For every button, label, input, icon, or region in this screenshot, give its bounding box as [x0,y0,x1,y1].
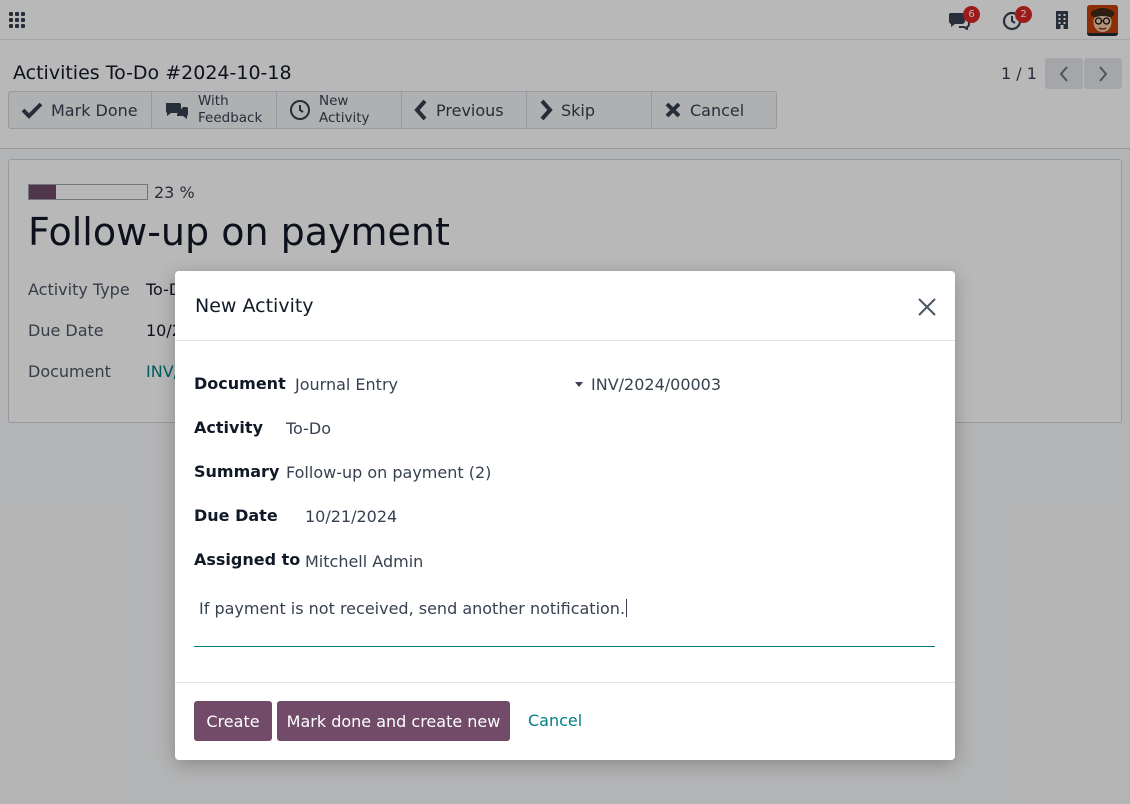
dialog-header-divider [175,340,955,341]
activity-field-label: Activity [194,418,263,437]
assigned-to-field-label: Assigned to [194,550,301,569]
due-date-field-label: Due Date [194,506,278,525]
document-record-field[interactable]: INV/2024/00003 [591,375,721,394]
dialog-footer-divider [175,682,955,683]
create-button[interactable]: Create [194,701,272,741]
dropdown-caret-icon[interactable] [575,382,583,387]
summary-input[interactable]: Follow-up on payment (2) [286,463,491,482]
document-model-select[interactable]: Journal Entry [295,375,398,394]
dialog-close-button[interactable] [915,295,939,319]
text-cursor [626,599,628,617]
activity-type-field[interactable]: To-Do [286,419,331,438]
due-date-input[interactable]: 10/21/2024 [305,507,397,526]
dialog-cancel-button[interactable]: Cancel [528,711,582,730]
mark-done-and-create-new-button[interactable]: Mark done and create new [277,701,510,741]
assigned-to-input[interactable]: Mitchell Admin [305,552,423,571]
document-field-label: Document [194,374,286,393]
note-editor[interactable]: If payment is not received, send another… [194,593,935,647]
new-activity-dialog: New Activity Document Journal Entry INV/… [175,271,955,760]
summary-field-label: Summary [194,462,280,481]
note-text: If payment is not received, send another… [199,599,628,618]
dialog-title: New Activity [195,295,314,317]
close-icon [918,298,936,316]
